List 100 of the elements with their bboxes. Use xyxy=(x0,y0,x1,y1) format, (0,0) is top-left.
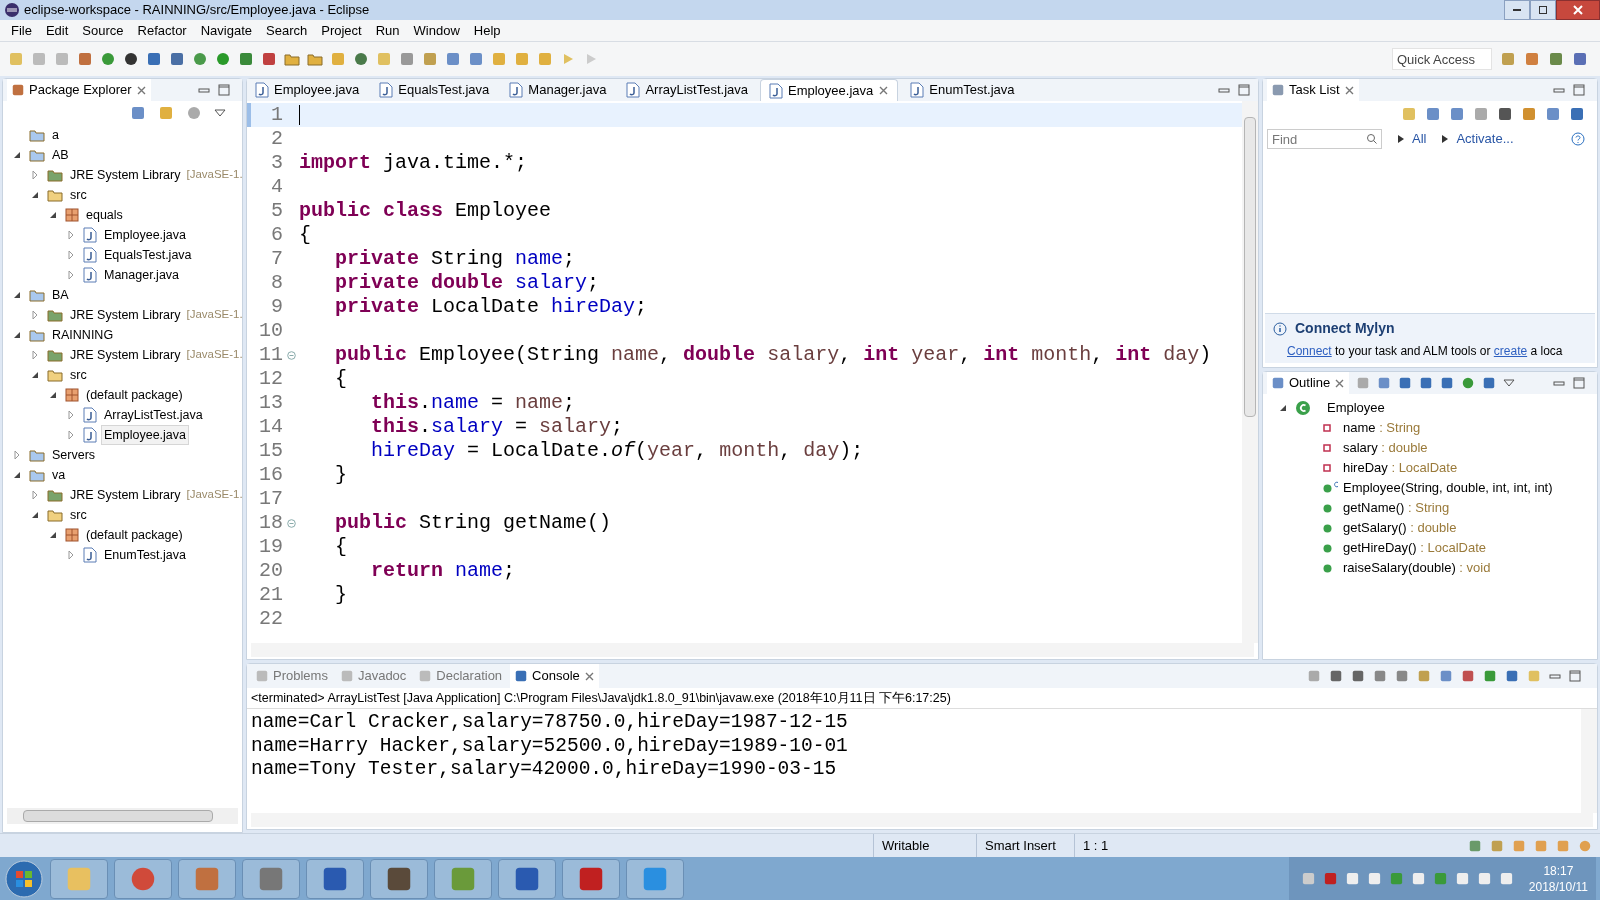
editor-tab[interactable]: Employee.java xyxy=(760,79,899,101)
collapsed-arrow-icon[interactable] xyxy=(67,271,75,279)
find-field[interactable]: Find xyxy=(1267,129,1382,149)
filter-link[interactable]: Activate... xyxy=(1456,129,1514,149)
outline-item[interactable]: getHireDay() : LocalDate xyxy=(1343,538,1487,558)
tree-item[interactable]: JRE System Library xyxy=(67,304,184,326)
view-tab[interactable]: Console xyxy=(510,664,599,688)
outline-item[interactable]: getSalary() : double xyxy=(1343,518,1457,538)
taskbar-button[interactable] xyxy=(498,858,556,899)
menu-item[interactable]: Search xyxy=(259,20,315,41)
open-folder-icon[interactable] xyxy=(284,51,300,67)
taskbar-button[interactable] xyxy=(178,858,236,899)
view-tab[interactable]: Declaration xyxy=(414,664,507,688)
menu-item[interactable]: Help xyxy=(466,20,508,41)
expanded-arrow-icon[interactable] xyxy=(49,211,57,219)
collapsed-arrow-icon[interactable] xyxy=(31,351,39,359)
tree-item[interactable]: (default package) xyxy=(83,384,186,406)
collapsed-arrow-icon[interactable] xyxy=(67,411,75,419)
folder-icon[interactable] xyxy=(307,51,323,67)
tree-item[interactable]: Employee.java xyxy=(101,224,189,246)
expanded-arrow-icon[interactable] xyxy=(49,391,57,399)
vertical-scrollbar[interactable] xyxy=(1242,101,1258,643)
collapsed-arrow-icon[interactable] xyxy=(31,491,39,499)
expanded-arrow-icon[interactable] xyxy=(49,531,57,539)
taskbar-button[interactable] xyxy=(370,858,428,899)
close-icon[interactable] xyxy=(1334,377,1346,389)
tree-item[interactable]: BA xyxy=(49,284,72,306)
outline-item[interactable]: raiseSalary(double) : void xyxy=(1343,558,1491,578)
taskbar-button[interactable] xyxy=(50,858,108,899)
menu-item[interactable]: Project xyxy=(314,20,369,41)
collapsed-arrow-icon[interactable] xyxy=(67,251,75,259)
editor-tab[interactable]: ArrayListTest.java xyxy=(618,79,756,101)
tree-item[interactable]: JRE System Library xyxy=(67,344,184,366)
tree-item[interactable]: (default package) xyxy=(83,524,186,546)
outline-item[interactable]: Employee(String, double, int, int, int) xyxy=(1343,478,1553,498)
maximize-icon[interactable] xyxy=(1573,377,1585,389)
menu-item[interactable]: Source xyxy=(75,20,131,41)
menu-item[interactable]: Refactor xyxy=(130,20,194,41)
expanded-arrow-icon[interactable] xyxy=(31,511,39,519)
collapsed-arrow-icon[interactable] xyxy=(67,431,75,439)
tree-item[interactable]: va xyxy=(49,464,69,486)
collapsed-arrow-icon[interactable] xyxy=(67,551,75,559)
start-button-icon[interactable] xyxy=(4,858,44,899)
expanded-arrow-icon[interactable] xyxy=(13,291,21,299)
expanded-arrow-icon[interactable] xyxy=(13,331,21,339)
taskbar-button[interactable] xyxy=(114,858,172,899)
minimize-icon[interactable] xyxy=(1553,86,1565,94)
fold-toggle-icon[interactable] xyxy=(286,350,296,360)
view-tab[interactable]: Javadoc xyxy=(335,664,411,688)
connect-link[interactable]: Connect xyxy=(1287,344,1332,358)
maximize-icon[interactable] xyxy=(1569,670,1581,682)
expanded-arrow-icon[interactable] xyxy=(13,471,21,479)
tree-item[interactable]: src xyxy=(67,184,90,206)
minimize-window-button[interactable] xyxy=(1504,0,1530,20)
close-icon[interactable] xyxy=(583,670,595,682)
close-icon[interactable] xyxy=(135,84,147,96)
horizontal-scrollbar[interactable] xyxy=(7,808,238,824)
collapsed-arrow-icon[interactable] xyxy=(13,451,21,459)
close-window-button[interactable] xyxy=(1556,0,1600,20)
menu-item[interactable]: Run xyxy=(368,20,407,41)
menu-item[interactable]: Navigate xyxy=(193,20,259,41)
tree-item[interactable]: ArrayListTest.java xyxy=(101,404,206,426)
view-menu-icon[interactable] xyxy=(1503,379,1516,387)
maximize-icon[interactable] xyxy=(1573,84,1585,96)
tree-item[interactable]: Servers xyxy=(49,444,99,466)
taskbar-button[interactable] xyxy=(242,858,300,899)
package-explorer-tab[interactable]: Package Explorer xyxy=(7,79,151,101)
fold-toggle-icon[interactable] xyxy=(286,518,296,528)
outline-item[interactable]: hireDay : LocalDate xyxy=(1343,458,1458,478)
tree-item[interactable]: EnumTest.java xyxy=(101,544,189,566)
outline-tab[interactable]: Outline xyxy=(1267,372,1350,394)
outline-item[interactable]: name : String xyxy=(1343,418,1421,438)
tree-item[interactable]: equals xyxy=(83,204,126,226)
close-icon[interactable] xyxy=(878,85,890,96)
restore-window-button[interactable] xyxy=(1530,0,1556,20)
console-vertical-scrollbar[interactable] xyxy=(1581,709,1597,813)
editor-tab[interactable]: Employee.java xyxy=(247,79,368,101)
expanded-arrow-icon[interactable] xyxy=(13,151,21,159)
collapsed-arrow-icon[interactable] xyxy=(31,311,39,319)
tree-item[interactable]: Manager.java xyxy=(101,264,183,286)
collapsed-arrow-icon[interactable] xyxy=(67,231,75,239)
create-link[interactable]: create xyxy=(1493,344,1528,358)
tree-item[interactable]: RAINNING xyxy=(49,324,117,346)
menu-item[interactable]: File xyxy=(4,20,39,41)
taskbar-button[interactable] xyxy=(306,858,364,899)
minimize-icon[interactable] xyxy=(1553,379,1565,387)
view-tab[interactable]: Problems xyxy=(251,664,332,688)
expanded-arrow-icon[interactable] xyxy=(1279,404,1287,412)
tree-item[interactable]: src xyxy=(67,504,90,526)
taskbar-button[interactable] xyxy=(562,858,620,899)
filter-link[interactable]: All xyxy=(1412,129,1427,149)
quick-access-field[interactable]: Quick Access xyxy=(1392,48,1492,70)
minimize-icon[interactable] xyxy=(1549,672,1561,680)
view-menu-icon[interactable] xyxy=(214,109,226,117)
tree-item[interactable]: a xyxy=(49,125,62,146)
maximize-icon[interactable] xyxy=(218,84,230,96)
minimize-icon[interactable] xyxy=(198,86,210,94)
tree-item[interactable]: JRE System Library xyxy=(67,164,184,186)
tree-item[interactable]: Employee.java xyxy=(101,424,189,446)
menu-item[interactable]: Window xyxy=(406,20,467,41)
